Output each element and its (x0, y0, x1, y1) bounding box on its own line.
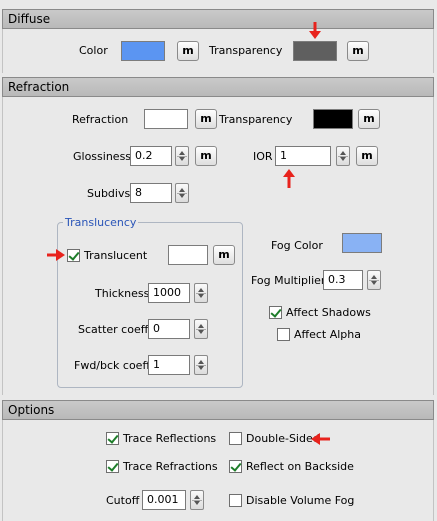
affect-shadows-label: Affect Shadows (286, 306, 371, 319)
annotation-arrow-down-icon (309, 22, 321, 39)
fwd-bck-coeff-spinner[interactable] (194, 355, 208, 375)
translucent-checkbox[interactable] (67, 249, 80, 262)
ior-input[interactable]: 1 (275, 146, 331, 166)
refraction-map-button[interactable]: m (195, 109, 217, 129)
material-editor-panel: Diffuse Color m Transparency m Refractio… (0, 0, 437, 521)
reflect-on-backside-label: Reflect on Backside (246, 460, 354, 473)
scatter-coeff-input[interactable]: 0 (148, 319, 190, 339)
affect-shadows-checkbox[interactable] (269, 306, 282, 319)
double-sided-label: Double-Sided (246, 432, 320, 445)
affect-alpha-checkbox[interactable] (277, 328, 290, 341)
options-section-body: Trace Reflections Double-Sided Trace Ref… (2, 420, 434, 521)
cutoff-input[interactable]: 0.001 (142, 490, 186, 510)
refraction-transparency-map-button[interactable]: m (358, 109, 380, 129)
cutoff-spinner[interactable] (190, 490, 204, 510)
translucency-group-title: Translucency (63, 216, 139, 229)
diffuse-color-map-button[interactable]: m (177, 41, 199, 61)
glossiness-label: Glossiness (73, 150, 132, 163)
scatter-coeff-label: Scatter coeff (78, 323, 149, 336)
refraction-label: Refraction (72, 113, 129, 126)
refraction-transparency-swatch[interactable] (313, 109, 353, 129)
annotation-arrow-up-icon (283, 169, 295, 188)
subdivs-input[interactable]: 8 (130, 183, 172, 203)
translucent-color-swatch[interactable] (168, 245, 208, 265)
options-section-title: Options (8, 403, 55, 417)
fog-multiplier-input[interactable]: 0.3 (323, 270, 363, 290)
fog-multiplier-label: Fog Multiplier (251, 274, 326, 287)
diffuse-color-label: Color (79, 44, 108, 57)
options-section-header[interactable]: Options (2, 400, 434, 420)
fwd-bck-coeff-input[interactable]: 1 (148, 355, 190, 375)
fwd-bck-coeff-label: Fwd/bck coeff (74, 359, 151, 372)
annotation-arrow-right-icon (47, 249, 65, 261)
translucent-label: Translucent (84, 249, 148, 262)
disable-volume-fog-checkbox[interactable] (229, 494, 242, 507)
diffuse-transparency-swatch[interactable] (293, 41, 337, 61)
scatter-coeff-spinner[interactable] (194, 319, 208, 339)
glossiness-map-button[interactable]: m (195, 146, 217, 166)
trace-reflections-checkbox[interactable] (106, 432, 119, 445)
cutoff-label: Cutoff (106, 494, 140, 507)
reflect-on-backside-checkbox[interactable] (229, 460, 242, 473)
disable-volume-fog-label: Disable Volume Fog (246, 494, 355, 507)
refraction-color-swatch[interactable] (144, 109, 188, 129)
double-sided-checkbox[interactable] (229, 432, 242, 445)
refraction-section-header[interactable]: Refraction (2, 77, 434, 97)
annotation-arrow-left-icon (311, 433, 330, 445)
refraction-section-title: Refraction (8, 80, 70, 94)
glossiness-spinner[interactable] (175, 146, 189, 166)
ior-map-button[interactable]: m (356, 146, 378, 166)
trace-reflections-label: Trace Reflections (123, 432, 217, 445)
glossiness-input[interactable]: 0.2 (130, 146, 172, 166)
refraction-transparency-label: Transparency (219, 113, 293, 126)
fog-multiplier-spinner[interactable] (367, 270, 381, 290)
diffuse-section-body: Color m Transparency m (2, 22, 434, 73)
ior-spinner[interactable] (336, 146, 350, 166)
diffuse-transparency-label: Transparency (209, 44, 283, 57)
thickness-label: Thickness (95, 287, 150, 300)
diffuse-section-title: Diffuse (8, 12, 51, 26)
subdivs-label: Subdivs (87, 187, 131, 200)
refraction-section-body: Refraction m Transparency m Glossiness 0… (2, 97, 434, 395)
trace-refractions-label: Trace Refractions (123, 460, 218, 473)
fog-color-swatch[interactable] (342, 233, 382, 253)
diffuse-section-header[interactable]: Diffuse (2, 9, 434, 29)
diffuse-color-swatch[interactable] (121, 41, 165, 61)
subdivs-spinner[interactable] (175, 183, 189, 203)
diffuse-transparency-map-button[interactable]: m (347, 41, 369, 61)
affect-alpha-label: Affect Alpha (294, 328, 362, 341)
ior-label: IOR (253, 150, 273, 163)
fog-color-label: Fog Color (271, 239, 323, 252)
translucent-map-button[interactable]: m (213, 245, 235, 265)
thickness-spinner[interactable] (194, 283, 208, 303)
trace-refractions-checkbox[interactable] (106, 460, 119, 473)
thickness-input[interactable]: 1000 (148, 283, 190, 303)
